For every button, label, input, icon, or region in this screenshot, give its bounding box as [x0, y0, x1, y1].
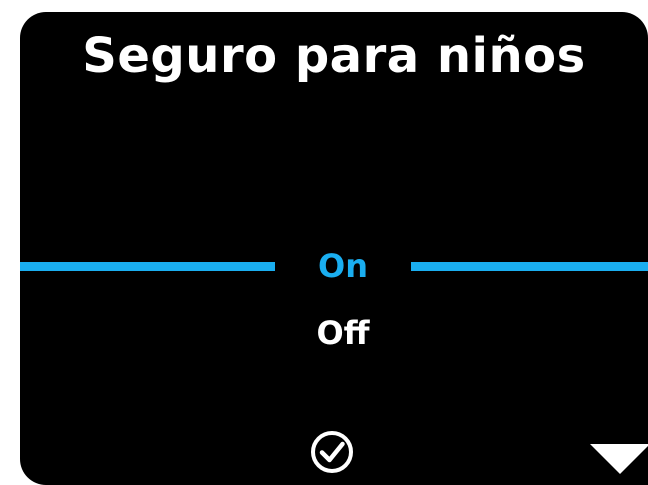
triangle-down-icon	[590, 444, 648, 474]
scroll-down-button[interactable]	[590, 444, 648, 474]
device-screen: Seguro para niños On Off	[20, 12, 648, 485]
option-on[interactable]: On	[275, 246, 411, 286]
checkmark-circle-icon	[311, 431, 353, 473]
confirm-button[interactable]	[310, 430, 354, 474]
option-off[interactable]: Off	[275, 313, 411, 353]
selection-indicator-right	[411, 262, 648, 271]
screen-title: Seguro para niños	[82, 28, 586, 84]
selection-indicator-left	[20, 262, 275, 271]
